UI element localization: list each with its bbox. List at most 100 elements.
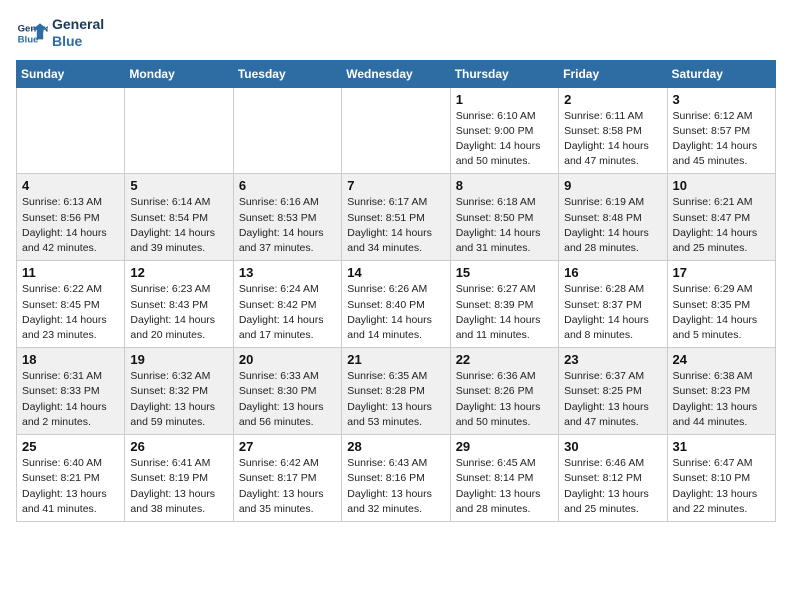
calendar-week-row: 18 Sunrise: 6:31 AM Sunset: 8:33 PM Dayli… xyxy=(17,348,776,435)
day-number: 2 xyxy=(564,92,661,107)
calendar-cell: 24Sunrise: 6:38 AM Sunset: 8:23 PM Dayli… xyxy=(667,348,775,435)
column-header-friday: Friday xyxy=(559,60,667,87)
day-info: Sunrise: 6:24 AM Sunset: 8:42 PM Dayligh… xyxy=(239,282,336,343)
calendar-cell: 31Sunrise: 6:47 AM Sunset: 8:10 PM Dayli… xyxy=(667,435,775,522)
day-number: 19 xyxy=(130,352,227,367)
day-info: Sunrise: 6:17 AM Sunset: 8:51 PM Dayligh… xyxy=(347,195,444,256)
day-number: 14 xyxy=(347,265,444,280)
calendar-cell: 10 Sunrise: 6:21 AM Sunset: 8:47 PM Dayli… xyxy=(667,174,775,261)
calendar-cell: 18 Sunrise: 6:31 AM Sunset: 8:33 PM Dayli… xyxy=(17,348,125,435)
day-number: 3 xyxy=(673,92,770,107)
day-number: 9 xyxy=(564,178,661,193)
day-info: Sunrise: 6:13 AM Sunset: 8:56 PM Dayligh… xyxy=(22,195,119,256)
day-number: 12 xyxy=(130,265,227,280)
calendar-week-row: 11 Sunrise: 6:22 AM Sunset: 8:45 PM Dayli… xyxy=(17,261,776,348)
day-info: Sunrise: 6:21 AM Sunset: 8:47 PM Dayligh… xyxy=(673,195,770,256)
page-header: General Blue General Blue xyxy=(16,16,776,50)
day-info: Sunrise: 6:35 AM Sunset: 8:28 PM Dayligh… xyxy=(347,369,444,430)
column-header-tuesday: Tuesday xyxy=(233,60,341,87)
day-info: Sunrise: 6:28 AM Sunset: 8:37 PM Dayligh… xyxy=(564,282,661,343)
day-number: 26 xyxy=(130,439,227,454)
day-number: 10 xyxy=(673,178,770,193)
calendar-cell: 25Sunrise: 6:40 AM Sunset: 8:21 PM Dayli… xyxy=(17,435,125,522)
logo-text-line2: Blue xyxy=(52,33,104,50)
day-info: Sunrise: 6:45 AM Sunset: 8:14 PM Dayligh… xyxy=(456,456,553,517)
calendar-cell: 12Sunrise: 6:23 AM Sunset: 8:43 PM Dayli… xyxy=(125,261,233,348)
day-number: 27 xyxy=(239,439,336,454)
day-number: 17 xyxy=(673,265,770,280)
day-info: Sunrise: 6:32 AM Sunset: 8:32 PM Dayligh… xyxy=(130,369,227,430)
day-number: 31 xyxy=(673,439,770,454)
day-info: Sunrise: 6:16 AM Sunset: 8:53 PM Dayligh… xyxy=(239,195,336,256)
day-info: Sunrise: 6:27 AM Sunset: 8:39 PM Dayligh… xyxy=(456,282,553,343)
day-info: Sunrise: 6:42 AM Sunset: 8:17 PM Dayligh… xyxy=(239,456,336,517)
day-info: Sunrise: 6:14 AM Sunset: 8:54 PM Dayligh… xyxy=(130,195,227,256)
day-number: 18 xyxy=(22,352,119,367)
calendar-cell: 19 Sunrise: 6:32 AM Sunset: 8:32 PM Dayli… xyxy=(125,348,233,435)
calendar-cell: 11 Sunrise: 6:22 AM Sunset: 8:45 PM Dayli… xyxy=(17,261,125,348)
calendar-cell: 27 Sunrise: 6:42 AM Sunset: 8:17 PM Dayli… xyxy=(233,435,341,522)
logo-text-line1: General xyxy=(52,16,104,33)
calendar-header-row: SundayMondayTuesdayWednesdayThursdayFrid… xyxy=(17,60,776,87)
day-info: Sunrise: 6:31 AM Sunset: 8:33 PM Dayligh… xyxy=(22,369,119,430)
day-number: 22 xyxy=(456,352,553,367)
calendar-cell: 29 Sunrise: 6:45 AM Sunset: 8:14 PM Dayli… xyxy=(450,435,558,522)
calendar-cell: 9 Sunrise: 6:19 AM Sunset: 8:48 PM Daylig… xyxy=(559,174,667,261)
day-info: Sunrise: 6:36 AM Sunset: 8:26 PM Dayligh… xyxy=(456,369,553,430)
calendar-cell xyxy=(233,87,341,174)
day-info: Sunrise: 6:19 AM Sunset: 8:48 PM Dayligh… xyxy=(564,195,661,256)
day-info: Sunrise: 6:12 AM Sunset: 8:57 PM Dayligh… xyxy=(673,109,770,170)
column-header-saturday: Saturday xyxy=(667,60,775,87)
column-header-wednesday: Wednesday xyxy=(342,60,450,87)
day-info: Sunrise: 6:33 AM Sunset: 8:30 PM Dayligh… xyxy=(239,369,336,430)
calendar-cell: 6 Sunrise: 6:16 AM Sunset: 8:53 PM Daylig… xyxy=(233,174,341,261)
calendar-cell: 23Sunrise: 6:37 AM Sunset: 8:25 PM Dayli… xyxy=(559,348,667,435)
day-number: 8 xyxy=(456,178,553,193)
day-info: Sunrise: 6:22 AM Sunset: 8:45 PM Dayligh… xyxy=(22,282,119,343)
calendar-cell: 17 Sunrise: 6:29 AM Sunset: 8:35 PM Dayli… xyxy=(667,261,775,348)
day-number: 24 xyxy=(673,352,770,367)
day-info: Sunrise: 6:10 AM Sunset: 9:00 PM Dayligh… xyxy=(456,109,553,170)
day-number: 15 xyxy=(456,265,553,280)
calendar-cell: 14 Sunrise: 6:26 AM Sunset: 8:40 PM Dayli… xyxy=(342,261,450,348)
calendar-cell: 28 Sunrise: 6:43 AM Sunset: 8:16 PM Dayli… xyxy=(342,435,450,522)
column-header-sunday: Sunday xyxy=(17,60,125,87)
day-number: 13 xyxy=(239,265,336,280)
day-number: 30 xyxy=(564,439,661,454)
calendar-cell: 16 Sunrise: 6:28 AM Sunset: 8:37 PM Dayli… xyxy=(559,261,667,348)
day-number: 5 xyxy=(130,178,227,193)
calendar-cell: 5 Sunrise: 6:14 AM Sunset: 8:54 PM Daylig… xyxy=(125,174,233,261)
day-info: Sunrise: 6:18 AM Sunset: 8:50 PM Dayligh… xyxy=(456,195,553,256)
day-info: Sunrise: 6:29 AM Sunset: 8:35 PM Dayligh… xyxy=(673,282,770,343)
calendar-cell: 2 Sunrise: 6:11 AM Sunset: 8:58 PM Daylig… xyxy=(559,87,667,174)
day-number: 16 xyxy=(564,265,661,280)
calendar-cell: 1Sunrise: 6:10 AM Sunset: 9:00 PM Daylig… xyxy=(450,87,558,174)
day-number: 20 xyxy=(239,352,336,367)
day-number: 7 xyxy=(347,178,444,193)
day-number: 6 xyxy=(239,178,336,193)
day-number: 11 xyxy=(22,265,119,280)
logo-icon: General Blue xyxy=(16,17,48,49)
logo: General Blue General Blue xyxy=(16,16,104,50)
day-number: 29 xyxy=(456,439,553,454)
calendar-cell xyxy=(17,87,125,174)
column-header-thursday: Thursday xyxy=(450,60,558,87)
calendar-week-row: 1Sunrise: 6:10 AM Sunset: 9:00 PM Daylig… xyxy=(17,87,776,174)
calendar-cell: 8 Sunrise: 6:18 AM Sunset: 8:50 PM Daylig… xyxy=(450,174,558,261)
calendar-cell: 15 Sunrise: 6:27 AM Sunset: 8:39 PM Dayli… xyxy=(450,261,558,348)
svg-text:Blue: Blue xyxy=(18,34,39,45)
calendar-cell: 21Sunrise: 6:35 AM Sunset: 8:28 PM Dayli… xyxy=(342,348,450,435)
day-info: Sunrise: 6:43 AM Sunset: 8:16 PM Dayligh… xyxy=(347,456,444,517)
day-info: Sunrise: 6:26 AM Sunset: 8:40 PM Dayligh… xyxy=(347,282,444,343)
calendar-table: SundayMondayTuesdayWednesdayThursdayFrid… xyxy=(16,60,776,522)
day-info: Sunrise: 6:37 AM Sunset: 8:25 PM Dayligh… xyxy=(564,369,661,430)
day-number: 4 xyxy=(22,178,119,193)
calendar-cell: 30Sunrise: 6:46 AM Sunset: 8:12 PM Dayli… xyxy=(559,435,667,522)
calendar-cell: 13 Sunrise: 6:24 AM Sunset: 8:42 PM Dayli… xyxy=(233,261,341,348)
day-info: Sunrise: 6:11 AM Sunset: 8:58 PM Dayligh… xyxy=(564,109,661,170)
calendar-cell xyxy=(125,87,233,174)
day-info: Sunrise: 6:40 AM Sunset: 8:21 PM Dayligh… xyxy=(22,456,119,517)
calendar-cell: 4 Sunrise: 6:13 AM Sunset: 8:56 PM Daylig… xyxy=(17,174,125,261)
day-number: 28 xyxy=(347,439,444,454)
calendar-cell: 20 Sunrise: 6:33 AM Sunset: 8:30 PM Dayli… xyxy=(233,348,341,435)
